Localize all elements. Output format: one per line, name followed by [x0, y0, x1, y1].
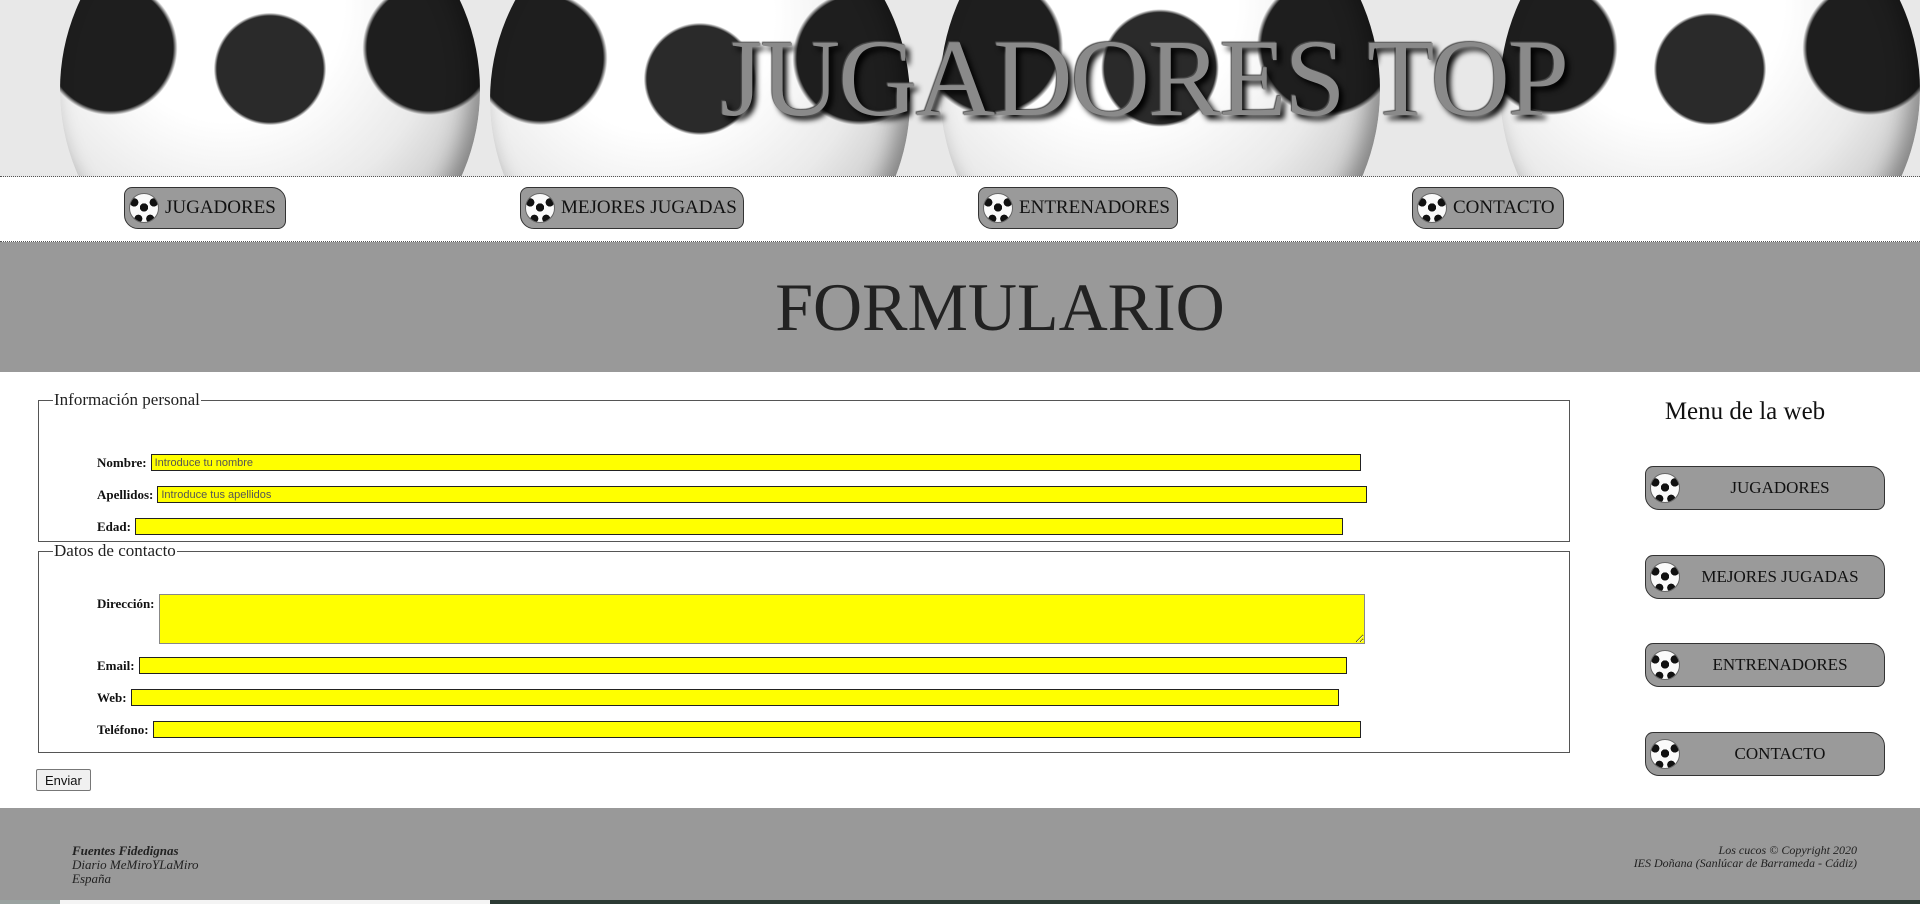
soccer-ball-icon — [1650, 650, 1680, 680]
sidebar-item-entrenadores[interactable]: ENTRENADORES — [1645, 643, 1885, 687]
nombre-row: Nombre: — [97, 454, 1361, 471]
nombre-label: Nombre: — [97, 454, 147, 470]
soccer-ball-image — [60, 0, 480, 176]
footer: Fuentes Fidedignas Diario MeMiroYLaMiro … — [0, 808, 1920, 904]
submit-button[interactable]: Enviar — [36, 769, 91, 791]
email-field[interactable] — [138, 657, 1347, 674]
footer-sources: Fuentes Fidedignas Diario MeMiroYLaMiro … — [72, 844, 199, 886]
edad-field[interactable] — [134, 518, 1343, 535]
school-text: IES Doñana (Sanlúcar de Barrameda - Cádi… — [1633, 856, 1857, 870]
soccer-ball-icon — [525, 193, 555, 223]
email-row: Email: — [97, 657, 1347, 674]
nav-item-label: JUGADORES — [165, 197, 276, 218]
title-band: FORMULARIO — [0, 242, 1920, 372]
sidebar-title: Menu de la web — [1664, 398, 1826, 425]
soccer-ball-icon — [1650, 562, 1680, 592]
footer-source-line: Diario MeMiroYLaMiro — [72, 857, 199, 872]
nav-item-contacto[interactable]: CONTACTO — [1412, 187, 1564, 229]
telefono-field[interactable] — [152, 721, 1361, 738]
page-title: FORMULARIO — [775, 268, 1225, 345]
soccer-ball-icon — [1650, 473, 1680, 503]
soccer-ball-icon — [983, 193, 1013, 223]
sidebar-item-label: MEJORES JUGADAS — [1701, 567, 1859, 586]
footer-sources-heading: Fuentes Fidedignas — [72, 843, 179, 858]
personal-info-legend: Información personal — [54, 390, 200, 409]
telefono-label: Teléfono: — [97, 721, 149, 737]
copyright-text: Los cucos © Copyright 2020 — [1718, 843, 1857, 857]
soccer-ball-icon — [1650, 739, 1680, 769]
sidebar-item-label: CONTACTO — [1734, 744, 1826, 763]
edad-label: Edad: — [97, 518, 131, 534]
footer-copyright: Los cucos © Copyright 2020 IES Doñana (S… — [1634, 844, 1857, 870]
bottom-strip — [0, 900, 1920, 904]
direccion-label: Dirección: — [97, 596, 155, 611]
direccion-field[interactable] — [158, 594, 1365, 644]
direccion-row: Dirección: — [97, 594, 1365, 644]
soccer-ball-icon — [129, 193, 159, 223]
apellidos-field[interactable] — [157, 486, 1368, 503]
apellidos-row: Apellidos: — [97, 486, 1368, 503]
email-label: Email: — [97, 657, 135, 673]
apellidos-label: Apellidos: — [97, 486, 154, 502]
top-nav: JUGADORES MEJORES JUGADAS ENTRENADORES C… — [0, 177, 1920, 242]
telefono-row: Teléfono: — [97, 721, 1361, 738]
edad-row: Edad: — [97, 518, 1343, 535]
nav-item-label: MEJORES JUGADAS — [561, 197, 737, 218]
web-field[interactable] — [130, 689, 1339, 706]
nav-item-label: CONTACTO — [1453, 197, 1555, 218]
sidebar-item-contacto[interactable]: CONTACTO — [1645, 732, 1885, 776]
web-label: Web: — [97, 689, 127, 705]
nav-item-jugadores[interactable]: JUGADORES — [124, 187, 286, 229]
sidebar-item-label: ENTRENADORES — [1712, 655, 1848, 674]
header-banner: JUGADORES TOP — [0, 0, 1920, 177]
nombre-field[interactable] — [150, 454, 1361, 471]
sidebar-item-label: JUGADORES — [1730, 478, 1830, 497]
personal-info-fieldset: Información personal Nombre: Apellidos: … — [38, 390, 1570, 542]
footer-source-line: España — [72, 871, 111, 886]
web-row: Web: — [97, 689, 1339, 706]
contact-data-fieldset: Datos de contacto Dirección: Email: Web:… — [38, 541, 1570, 753]
nav-item-label: ENTRENADORES — [1019, 197, 1170, 218]
soccer-ball-icon — [1417, 193, 1447, 223]
sidebar-item-jugadores[interactable]: JUGADORES — [1645, 466, 1885, 510]
contact-data-legend: Datos de contacto — [54, 541, 176, 560]
sidebar-item-mejores-jugadas[interactable]: MEJORES JUGADAS — [1645, 555, 1885, 599]
nav-item-mejores-jugadas[interactable]: MEJORES JUGADAS — [520, 187, 744, 229]
site-title: JUGADORES TOP — [720, 17, 1569, 139]
nav-item-entrenadores[interactable]: ENTRENADORES — [978, 187, 1178, 229]
